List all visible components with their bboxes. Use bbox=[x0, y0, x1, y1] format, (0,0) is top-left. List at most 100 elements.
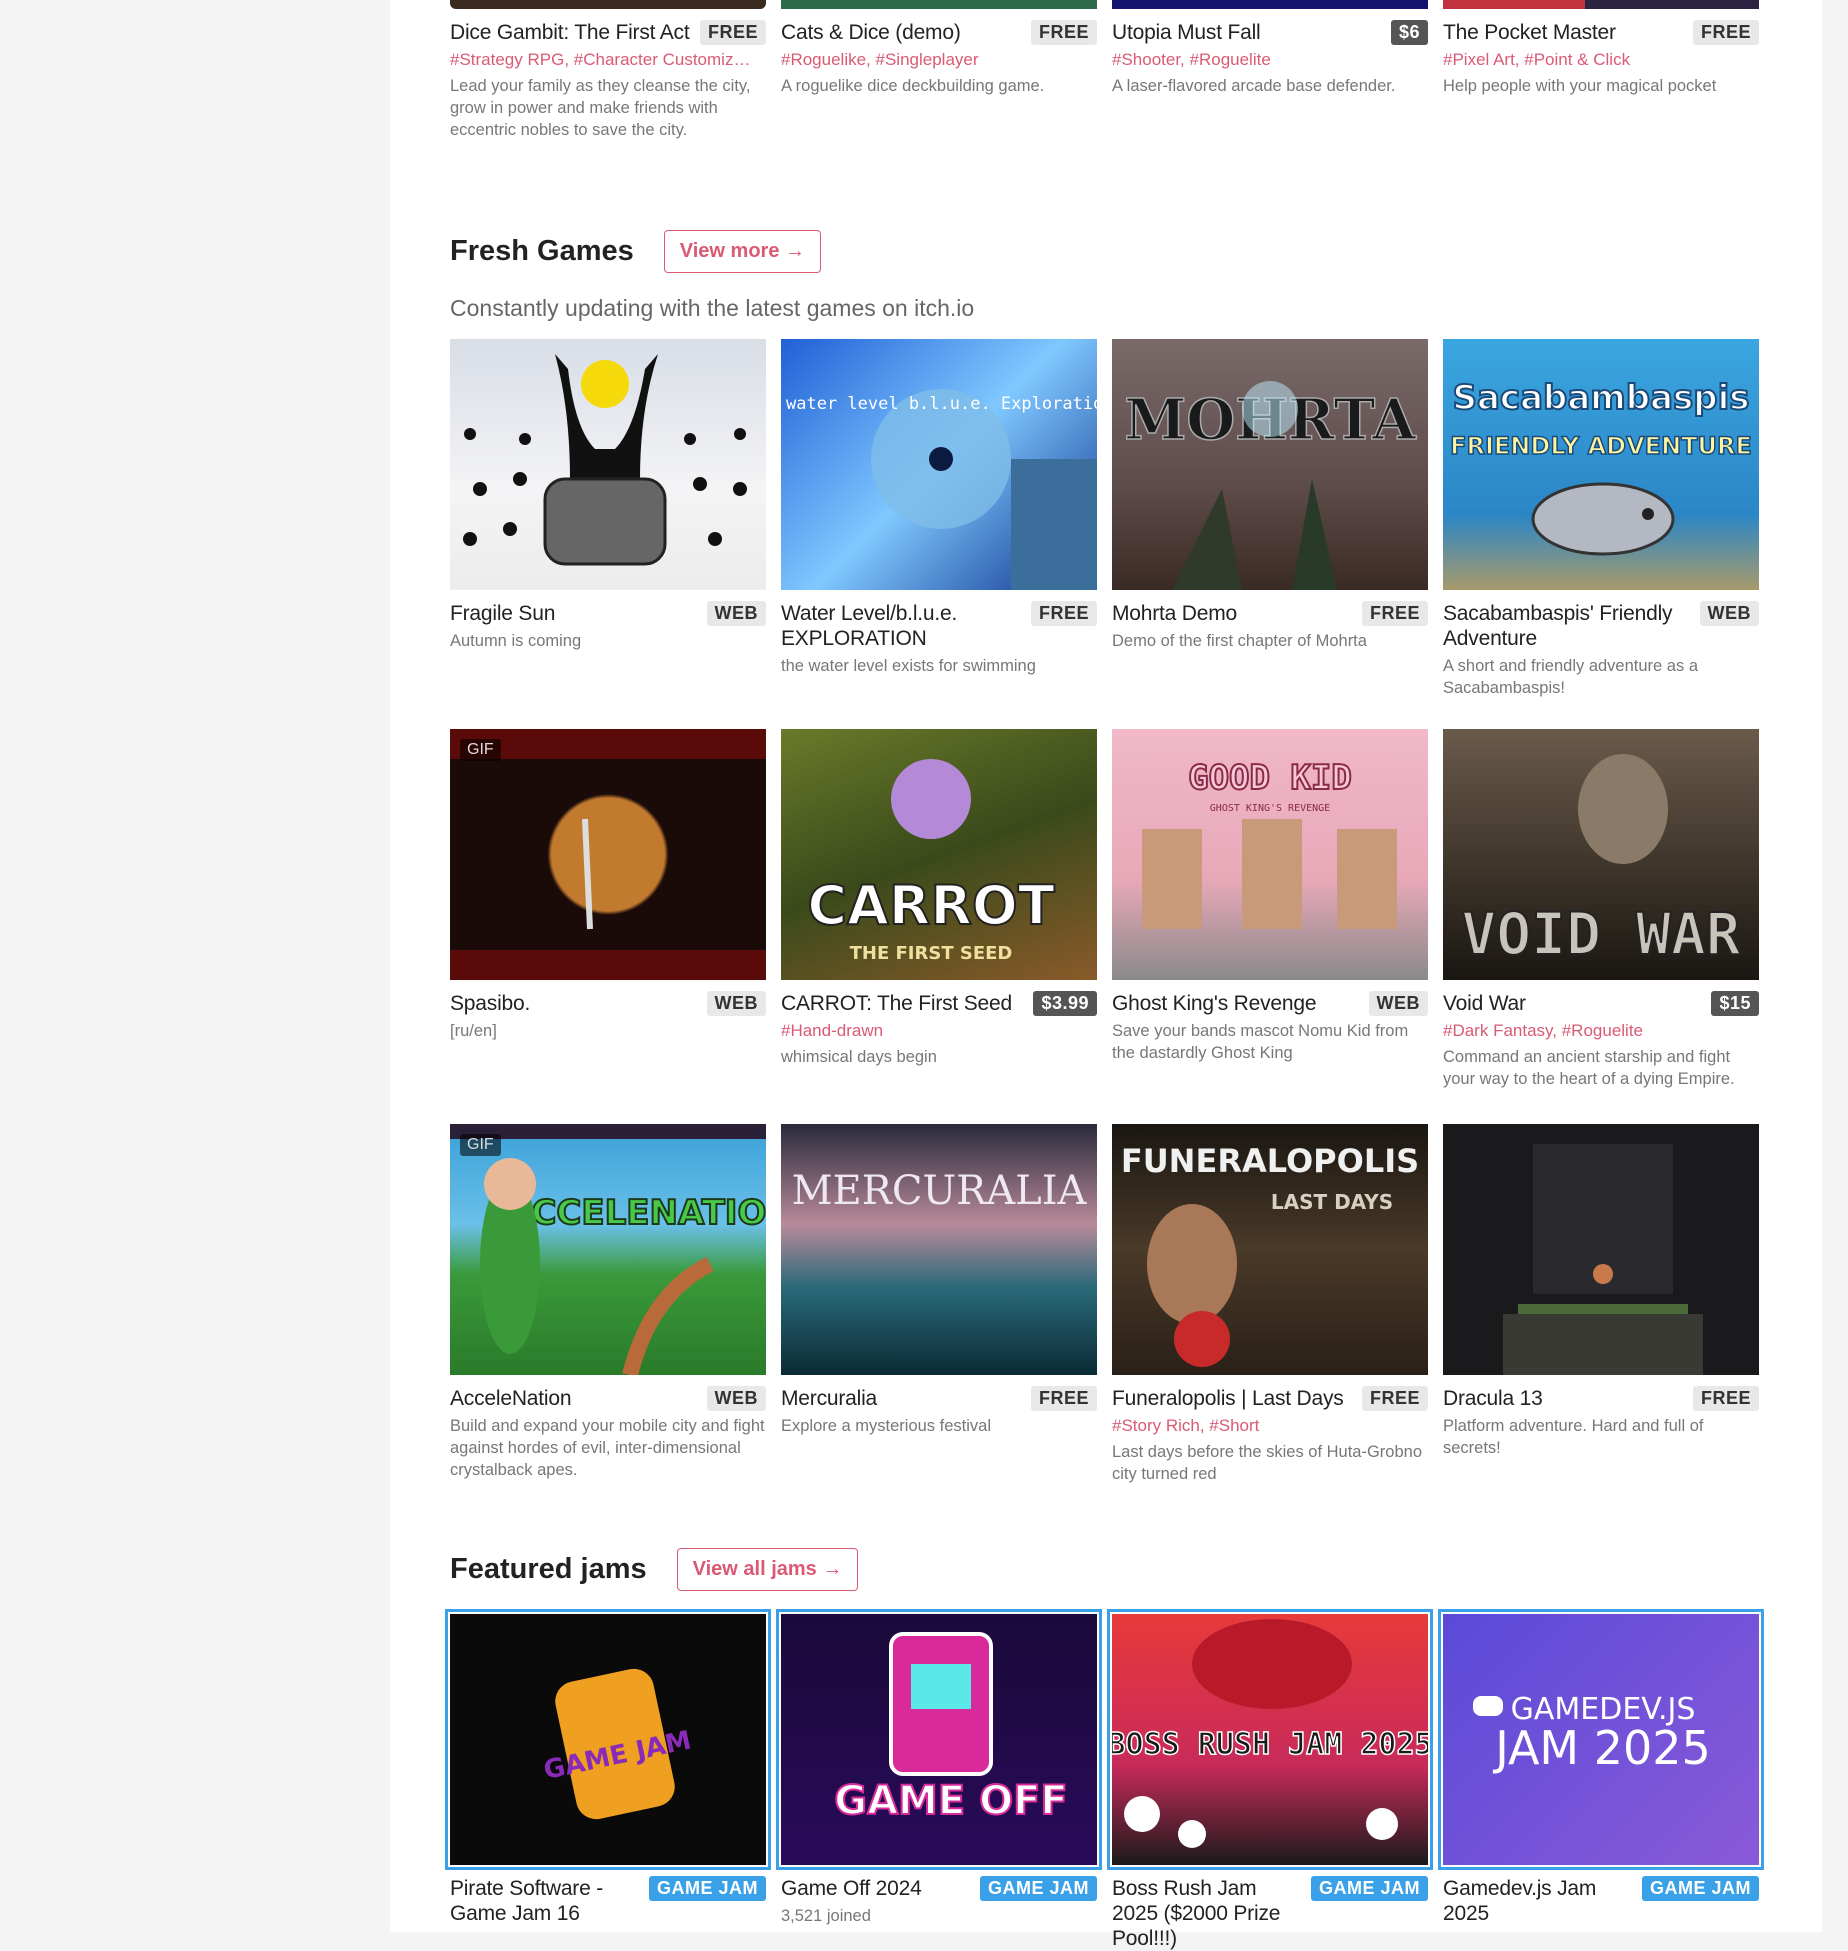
fresh-games-row: Fragile Sun WEB Autumn is coming water le… bbox=[450, 339, 1759, 699]
game-description: Save your bands mascot Nomu Kid from the… bbox=[1112, 1022, 1409, 1062]
game-thumbnail[interactable]: MOHRTA bbox=[1112, 339, 1428, 590]
view-all-jams-button[interactable]: View all jams → bbox=[676, 1548, 859, 1591]
jam-title[interactable]: Gamedev.js Jam 2025 bbox=[1443, 1876, 1634, 1926]
game-title[interactable]: Spasibo. bbox=[450, 991, 530, 1016]
game-thumbnail[interactable] bbox=[450, 339, 766, 590]
game-tags[interactable]: #Story Rich, #Short bbox=[1112, 1415, 1428, 1437]
jam-cell[interactable]: GAME JAM Pirate Software - Game Jam 16 GA… bbox=[445, 1609, 771, 1951]
game-title[interactable]: Funeralopolis | Last Days bbox=[1112, 1386, 1344, 1411]
game-cell[interactable]: Cats & Dice (demo) FREE #Roguelike, #Sing… bbox=[781, 0, 1097, 141]
game-thumbnail-edge[interactable] bbox=[1112, 0, 1428, 9]
thumbnail-art: GAMEDEV.JS JAM 2025 bbox=[1473, 1692, 1711, 1775]
jam-cell[interactable]: GAME OFF Game Off 2024 GAME JAM 3,521 joi… bbox=[776, 1609, 1102, 1951]
game-cell[interactable]: GOOD KID GHOST KING'S REVENGE Ghost King… bbox=[1112, 729, 1428, 1090]
price-badge: FREE bbox=[1030, 601, 1097, 626]
game-cell[interactable]: Dracula 13 FREE Platform adventure. Hard … bbox=[1443, 1124, 1759, 1485]
thumbnail-text: GAME OFF bbox=[834, 1778, 1068, 1824]
game-description: Platform adventure. Hard and full of sec… bbox=[1443, 1417, 1704, 1457]
game-cell[interactable]: VOID WAR Void War $15 #Dark Fantasy, #Rog… bbox=[1443, 729, 1759, 1090]
jam-badge: GAME JAM bbox=[1641, 1876, 1759, 1901]
game-cell[interactable]: Sacabambaspis FRIENDLY ADVENTURE Sacabam… bbox=[1443, 339, 1759, 699]
game-cell[interactable]: FUNERALOPOLIS LAST DAYS Funeralopolis | … bbox=[1112, 1124, 1428, 1485]
game-thumbnail[interactable]: GOOD KID GHOST KING'S REVENGE bbox=[1112, 729, 1428, 980]
top-game-row: Dice Gambit: The First Act FREE #Strategy… bbox=[450, 0, 1759, 141]
game-description: Autumn is coming bbox=[450, 632, 582, 650]
game-cell[interactable]: MOHRTA Mohrta Demo FREE Demo of the first… bbox=[1112, 339, 1428, 699]
game-tags[interactable]: #Pixel Art, #Point & Click bbox=[1443, 49, 1759, 71]
game-description: A short and friendly adventure as a Saca… bbox=[1443, 657, 1698, 697]
thumbnail-subtext: FRIENDLY ADVENTURE bbox=[1450, 432, 1752, 460]
game-title[interactable]: Ghost King's Revenge bbox=[1112, 991, 1317, 1016]
price-badge: $6 bbox=[1390, 20, 1428, 45]
price-badge: FREE bbox=[1692, 20, 1759, 45]
jam-thumbnail[interactable]: GAME OFF bbox=[776, 1609, 1102, 1870]
jam-thumbnail[interactable]: BOSS RUSH JAM 2025 bbox=[1107, 1609, 1433, 1870]
game-thumbnail[interactable] bbox=[1443, 1124, 1759, 1375]
game-thumbnail[interactable]: VOID WAR bbox=[1443, 729, 1759, 980]
game-cell[interactable]: Dice Gambit: The First Act FREE #Strategy… bbox=[450, 0, 766, 141]
game-title[interactable]: Mohrta Demo bbox=[1112, 601, 1237, 626]
thumbnail-subtext: JAM 2025 bbox=[1492, 1721, 1711, 1775]
game-description: A laser-flavored arcade base defender. bbox=[1112, 77, 1396, 95]
thumbnail-art: MOHRTA bbox=[1124, 381, 1418, 590]
game-thumbnail[interactable]: GIF bbox=[450, 729, 766, 980]
jam-participants: 3,521 joined bbox=[781, 1907, 871, 1925]
game-cell[interactable]: MERCURALIA Mercuralia FREE Explore a myst… bbox=[781, 1124, 1097, 1485]
game-cell[interactable]: Utopia Must Fall $6 #Shooter, #Roguelite … bbox=[1112, 0, 1428, 141]
game-cell[interactable]: GIF ACCELENATION AcceleNation WEB Build a… bbox=[450, 1124, 766, 1485]
game-tags[interactable]: #Hand-drawn bbox=[781, 1020, 1097, 1042]
jam-thumbnail[interactable]: GAMEDEV.JS JAM 2025 bbox=[1438, 1609, 1764, 1870]
game-description: Lead your family as they cleanse the cit… bbox=[450, 77, 751, 139]
game-title[interactable]: Cats & Dice (demo) bbox=[781, 20, 961, 45]
jam-thumbnail[interactable]: GAME JAM bbox=[445, 1609, 771, 1870]
thumbnail-text: Sacabambaspis bbox=[1453, 378, 1750, 418]
game-cell[interactable]: GIF Spasibo. WEB [ru/en] bbox=[450, 729, 766, 1090]
thumbnail-art: GOOD KID GHOST KING'S REVENGE bbox=[1142, 757, 1397, 929]
game-thumbnail[interactable]: MERCURALIA bbox=[781, 1124, 1097, 1375]
game-cell[interactable]: water level b.l.u.e. Exploration Water L… bbox=[781, 339, 1097, 699]
game-thumbnail-edge[interactable] bbox=[450, 0, 766, 9]
game-title[interactable]: CARROT: The First Seed bbox=[781, 991, 1012, 1016]
game-tags[interactable]: #Roguelike, #Singleplayer bbox=[781, 49, 1097, 71]
game-tags[interactable]: #Shooter, #Roguelite bbox=[1112, 49, 1428, 71]
thumbnail-text: MERCURALIA bbox=[792, 1168, 1088, 1214]
gamepad-icon bbox=[1473, 1696, 1503, 1716]
jam-cell[interactable]: BOSS RUSH JAM 2025 Boss Rush Jam 2025 ($… bbox=[1107, 1609, 1433, 1951]
game-thumbnail-edge[interactable] bbox=[1443, 0, 1759, 9]
game-cell[interactable]: Fragile Sun WEB Autumn is coming bbox=[450, 339, 766, 699]
jam-title[interactable]: Boss Rush Jam 2025 ($2000 Prize Pool!!!) bbox=[1112, 1876, 1303, 1951]
game-title[interactable]: Utopia Must Fall bbox=[1112, 20, 1261, 45]
game-cell[interactable]: CARROT THE FIRST SEED CARROT: The First … bbox=[781, 729, 1097, 1090]
jam-title[interactable]: Pirate Software - Game Jam 16 bbox=[450, 1876, 641, 1926]
game-title[interactable]: The Pocket Master bbox=[1443, 20, 1616, 45]
game-title[interactable]: Dracula 13 bbox=[1443, 1386, 1543, 1411]
game-title[interactable]: Dice Gambit: The First Act bbox=[450, 20, 690, 45]
price-badge: WEB bbox=[1699, 601, 1759, 626]
game-cell[interactable]: The Pocket Master FREE #Pixel Art, #Point… bbox=[1443, 0, 1759, 141]
game-thumbnail-edge[interactable] bbox=[781, 0, 1097, 9]
view-all-label: View all jams bbox=[692, 1558, 817, 1580]
game-description: Last days before the skies of Huta-Grobn… bbox=[1112, 1443, 1423, 1483]
game-title[interactable]: Sacabambaspis' Friendly Adventure bbox=[1443, 601, 1692, 651]
game-title[interactable]: Fragile Sun bbox=[450, 601, 555, 626]
game-tags[interactable]: #Strategy RPG, #Character Customiz… bbox=[450, 49, 766, 71]
game-thumbnail[interactable]: CARROT THE FIRST SEED bbox=[781, 729, 1097, 980]
game-title[interactable]: Water Level/b.l.u.e. EXPLORATION bbox=[781, 601, 1023, 651]
game-thumbnail[interactable]: FUNERALOPOLIS LAST DAYS bbox=[1112, 1124, 1428, 1375]
arrow-right-icon: → bbox=[785, 240, 806, 262]
game-thumbnail[interactable]: water level b.l.u.e. Exploration bbox=[781, 339, 1097, 590]
jam-badge: GAME JAM bbox=[1310, 1876, 1428, 1901]
game-thumbnail[interactable]: GIF ACCELENATION bbox=[450, 1124, 766, 1375]
jam-cell[interactable]: GAMEDEV.JS JAM 2025 Gamedev.js Jam 2025 G… bbox=[1438, 1609, 1764, 1951]
thumbnail-text: BOSS RUSH JAM 2025 bbox=[1112, 1727, 1428, 1762]
price-badge: FREE bbox=[1030, 1386, 1097, 1411]
thumbnail-text: GOOD KID bbox=[1188, 758, 1352, 798]
jam-title[interactable]: Game Off 2024 bbox=[781, 1876, 922, 1901]
game-thumbnail[interactable]: Sacabambaspis FRIENDLY ADVENTURE bbox=[1443, 339, 1759, 590]
game-tags[interactable]: #Dark Fantasy, #Roguelite bbox=[1443, 1020, 1759, 1042]
game-title[interactable]: Void War bbox=[1443, 991, 1526, 1016]
game-title[interactable]: AcceleNation bbox=[450, 1386, 572, 1411]
view-more-button[interactable]: View more → bbox=[663, 230, 822, 273]
game-title[interactable]: Mercuralia bbox=[781, 1386, 877, 1411]
game-description: whimsical days begin bbox=[781, 1048, 937, 1066]
